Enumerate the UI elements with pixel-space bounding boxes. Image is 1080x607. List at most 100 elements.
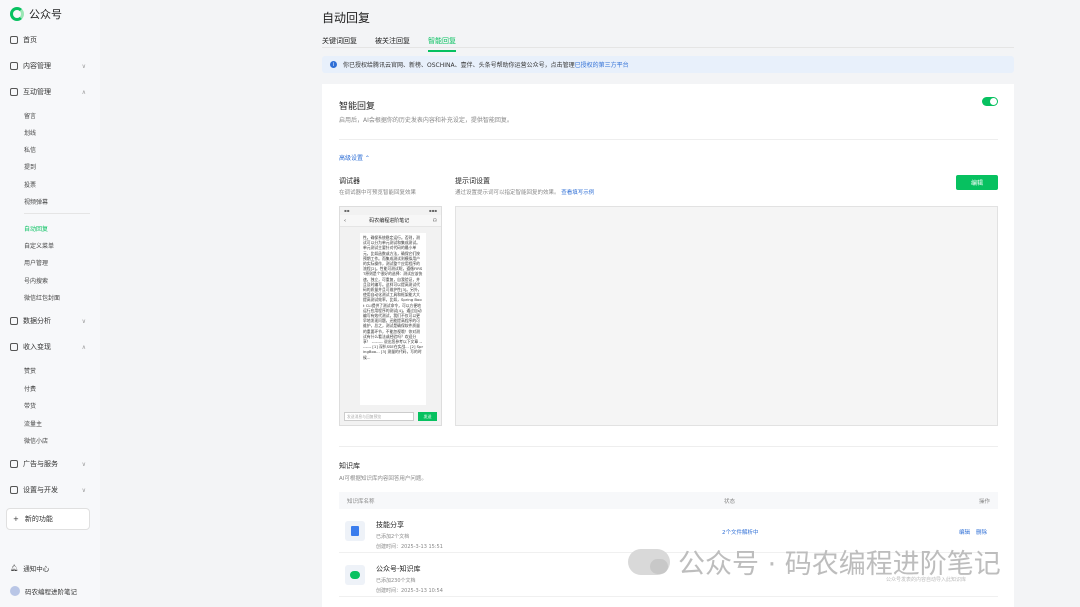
wechat-mp-logo-icon [10,7,24,21]
nav-data-analysis[interactable]: 数据分析 ∨ [10,314,90,328]
kb-edit-link[interactable]: 编辑 [959,528,970,536]
chevron-down-icon: ∨ [81,460,86,468]
sidebar-item-shop[interactable]: 微信小店 [24,436,48,445]
nav-interaction-mgmt[interactable]: 互动管理 ∧ [10,85,90,99]
avatar [10,586,20,596]
sidebar-item-search[interactable]: 号内搜索 [24,276,48,285]
signal-icon: ▪▪▪ [428,208,437,213]
kb-created-time: 创建时间：2025-3-13 15:51 [376,544,443,550]
knowledge-base-title: 知识库 [339,462,360,470]
phone-status-bar: ▪▪ ▪▪▪ [340,207,441,215]
knowledge-base-desc: AI可根据知识库内容回答用户问题。 [339,476,427,482]
kb-col-ops: 操作 [979,499,991,505]
smart-reply-desc: 启用后，AI会根据你的历史发表内容和补充设定，提供智能回复。 [339,117,513,124]
nav-monetization[interactable]: 收入变现 ∧ [10,340,90,354]
monitor-icon [10,88,18,96]
phone-status-left: ▪▪ [344,208,350,213]
sidebar-item-auto-reply[interactable]: 自动回复 [24,224,48,233]
phone-send-button[interactable]: 发送 [418,412,437,421]
kb-col-name: 知识库名称 [347,499,375,505]
kb-doc-count: 已添加2个文档 [376,534,410,540]
phone-title: 码农编程进阶笔记 [369,218,410,224]
smart-reply-toggle[interactable] [982,97,998,106]
main-area: 自动回复 关键词回复 被关注回复 智能回复 i 你已授权给腾讯云官网、新榜、OS… [100,0,1080,607]
nav-home-label: 首页 [23,36,37,44]
nav-home[interactable]: 首页 [10,33,90,47]
sidebar-divider [24,213,90,214]
nav-monetization-label: 收入变现 [23,343,51,351]
sidebar-item-red-packet[interactable]: 微信红包封面 [24,293,60,302]
kb-table-header: 知识库名称 状态 操作 [339,492,998,509]
sidebar-item-votes[interactable]: 投票 [24,180,36,189]
sidebar-item-comments[interactable]: 留言 [24,111,36,120]
tab-divider [322,47,1014,48]
notice-link[interactable]: 已授权的第三方平台 [575,62,629,69]
wechat-icon [345,565,365,585]
account-switcher[interactable]: 码农编程进阶笔记 [10,586,77,596]
kb-delete-link[interactable]: 删除 [976,528,987,536]
brand-logo[interactable]: 公众号 [10,6,62,22]
sidebar-item-traffic[interactable]: 流量主 [24,419,42,428]
chevron-down-icon: ∨ [81,62,86,70]
sidebar-item-sales[interactable]: 带货 [24,401,36,410]
kb-doc-count: 已添加230个文档 [376,578,416,584]
edit-prompt-button[interactable]: 编辑 [956,175,998,190]
kb-name: 技能分享 [376,521,404,529]
nav-notifications[interactable]: 🔔︎ 通知中心 [10,563,49,573]
smart-reply-title: 智能回复 [339,102,376,112]
divider [339,139,998,140]
sidebar-item-mentions[interactable]: 提到 [24,162,36,171]
sidebar-item-messages[interactable]: 私信 [24,145,36,154]
chevron-up-icon: ∧ [81,88,86,96]
sidebar-item-danmaku[interactable]: 视频弹幕 [24,197,48,206]
tab-follow-reply[interactable]: 被关注回复 [375,36,410,52]
smart-reply-card: 智能回复 启用后，AI会根据你的历史发表内容和补充设定，提供智能回复。 高级设置… [322,84,1014,607]
advanced-settings-link[interactable]: 高级设置 ⌃ [339,153,370,162]
prompt-textarea[interactable] [455,206,998,426]
nav-data-label: 数据分析 [23,317,51,325]
phone-message-input[interactable]: 发送消息与回复预览 [344,412,414,421]
kb-ops: 编辑 删除 [959,528,987,536]
kb-created-time: 创建时间：2025-3-13 10:54 [376,588,443,594]
user-icon[interactable]: ⚇ [433,218,437,224]
prompt-example-link[interactable]: 查看填写示例 [561,190,594,196]
gear-icon [10,486,18,494]
prompt-desc: 通过设置提示词可以指定智能回复的效果。 查看填写示例 [455,188,594,196]
document-icon [345,521,365,541]
info-icon: i [330,61,337,68]
new-feature-button[interactable]: + 新的功能 [6,508,90,530]
reply-message-bubble: 性。确保系统稳定运行。否则，测试可以分为单元测试和集成测试。单元测试主要针对代码… [360,233,426,405]
kb-status: 2个文件解析中 [722,530,759,536]
back-icon[interactable]: ‹ [344,218,346,224]
nav-interaction-label: 互动管理 [23,88,51,96]
chevron-up-icon: ∧ [81,343,86,351]
chart-icon [10,317,18,325]
prompt-title: 提示词设置 [455,177,490,185]
sidebar-item-appreciate[interactable]: 赞赏 [24,366,36,375]
sidebar-item-custom-menu[interactable]: 自定义菜单 [24,241,54,250]
wechat-watermark-icon [628,548,670,575]
plus-icon: + [13,515,19,523]
sidebar-item-highlights[interactable]: 划线 [24,128,36,137]
nav-settings[interactable]: 设置与开发 ∨ [10,483,90,497]
notifications-label: 通知中心 [23,565,50,573]
sidebar-item-user-mgmt[interactable]: 用户管理 [24,258,48,267]
money-icon [10,343,18,351]
nav-settings-label: 设置与开发 [23,486,58,494]
nav-ads[interactable]: 广告与服务 ∨ [10,457,90,471]
debugger-desc: 在调试器中可预览智能回复效果 [339,190,417,196]
kb-name: 公众号-知识库 [376,565,421,573]
nav-content-mgmt[interactable]: 内容管理 ∨ [10,59,90,73]
notice-text: 你已授权给腾讯云官网、新榜、OSCHINA、壹伴、头条号帮助你运营公众号，点击管… [343,62,575,69]
ad-icon [10,460,18,468]
prompt-desc-text: 通过设置提示词可以指定智能回复的效果。 [455,190,560,196]
brand-name: 公众号 [29,8,62,21]
tab-keyword-reply[interactable]: 关键词回复 [322,36,357,52]
chat-glyph [350,571,360,579]
chevron-down-icon: ∨ [81,317,86,325]
nav-content-label: 内容管理 [23,62,51,70]
doc-glyph [351,526,359,536]
chevron-down-icon: ∨ [81,486,86,494]
sidebar-item-paid[interactable]: 付费 [24,384,36,393]
tab-smart-reply[interactable]: 智能回复 [428,36,456,52]
